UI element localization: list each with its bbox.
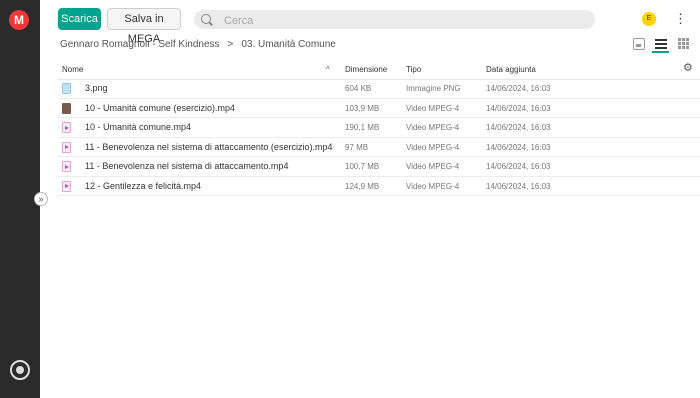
file-type: Video MPEG-4: [406, 142, 460, 152]
file-size: 100,7 MB: [345, 162, 380, 171]
table-row[interactable]: 10 - Umanità comune.mp4 190,1 MB Video M…: [58, 118, 700, 138]
transfer-manager-icon[interactable]: [10, 360, 30, 380]
video-file-icon: [62, 161, 71, 172]
file-name: 12 - Gentilezza e felicità.mp4: [85, 180, 202, 191]
table-row[interactable]: 11 - Benevolenza nel sistema di attaccam…: [58, 138, 700, 157]
selected-view-indicator: [652, 51, 669, 53]
chevron-up-icon[interactable]: ^: [326, 65, 330, 74]
list-view-icon[interactable]: [655, 38, 667, 50]
grid-view-icon[interactable]: [678, 38, 690, 50]
column-header-date[interactable]: Data aggiunta: [486, 65, 536, 74]
file-name: 3.png: [85, 83, 108, 93]
video-file-icon: [62, 122, 71, 133]
save-to-mega-button[interactable]: Salva in MEGA: [107, 8, 181, 45]
chevron-double-right-icon[interactable]: »: [34, 192, 48, 206]
file-size: 190,1 MB: [345, 123, 380, 132]
file-date: 14/06/2024, 16:03: [486, 162, 551, 171]
file-date: 14/06/2024, 16:03: [486, 103, 551, 113]
gear-icon[interactable]: ⚙: [683, 63, 693, 74]
file-name: 11 - Benevolenza nel sistema di attaccam…: [85, 161, 289, 171]
breadcrumb-parent[interactable]: Gennaro Romagnoli - Self Kindness: [60, 39, 220, 50]
file-name: 10 - Umanità comune (esercizio).mp4: [85, 102, 236, 113]
file-name: 11 - Benevolenza nel sistema di attaccam…: [85, 141, 333, 152]
avatar[interactable]: E: [642, 12, 656, 26]
mega-logo-icon[interactable]: M: [9, 10, 29, 30]
file-date: 14/06/2024, 16:03: [486, 84, 551, 93]
table-row[interactable]: 3.png 604 KB Immagine PNG 14/06/2024, 16…: [58, 79, 700, 99]
file-size: 124,9 MB: [345, 181, 380, 191]
table-row[interactable]: 11 - Benevolenza nel sistema di attaccam…: [58, 157, 700, 177]
table-header: Nome ^ Dimensione Tipo Data aggiunta ⚙: [58, 60, 700, 80]
file-size: 103,9 MB: [345, 103, 380, 113]
file-date: 14/06/2024, 16:03: [486, 181, 551, 191]
table-row[interactable]: 10 - Umanità comune (esercizio).mp4 103,…: [58, 99, 700, 118]
file-type: Video MPEG-4: [406, 162, 460, 171]
video-file-icon: [62, 180, 71, 192]
file-type: Video MPEG-4: [406, 123, 460, 132]
file-type: Video MPEG-4: [406, 103, 460, 113]
kebab-menu-icon[interactable]: ⋮: [674, 11, 687, 27]
column-header-type[interactable]: Tipo: [406, 65, 421, 74]
search-input[interactable]: [222, 12, 566, 29]
file-type: Video MPEG-4: [406, 181, 460, 191]
breadcrumb-separator: >: [227, 39, 234, 50]
search-bar[interactable]: [194, 10, 595, 29]
thumbnail-view-icon[interactable]: [633, 38, 645, 50]
file-list: 3.png 604 KB Immagine PNG 14/06/2024, 16…: [58, 79, 700, 196]
file-size: 604 KB: [345, 84, 372, 93]
table-row[interactable]: 12 - Gentilezza e felicità.mp4 124,9 MB …: [58, 177, 700, 196]
file-date: 14/06/2024, 16:03: [486, 123, 551, 132]
file-name: 10 - Umanità comune.mp4: [85, 122, 192, 132]
breadcrumb: Gennaro Romagnoli - Self Kindness >03. Um…: [60, 39, 336, 50]
video-thumbnail-icon: [62, 102, 71, 114]
column-header-size[interactable]: Dimensione: [345, 65, 387, 74]
file-type: Immagine PNG: [406, 84, 461, 93]
breadcrumb-current: 03. Umanità Comune: [241, 39, 336, 50]
file-size: 97 MB: [345, 142, 369, 152]
file-date: 14/06/2024, 16:03: [486, 142, 551, 152]
column-header-name[interactable]: Nome: [62, 65, 83, 74]
download-button[interactable]: Scarica: [58, 8, 101, 30]
video-file-icon: [62, 141, 71, 153]
search-icon: [201, 14, 211, 24]
png-file-icon: [62, 83, 71, 94]
